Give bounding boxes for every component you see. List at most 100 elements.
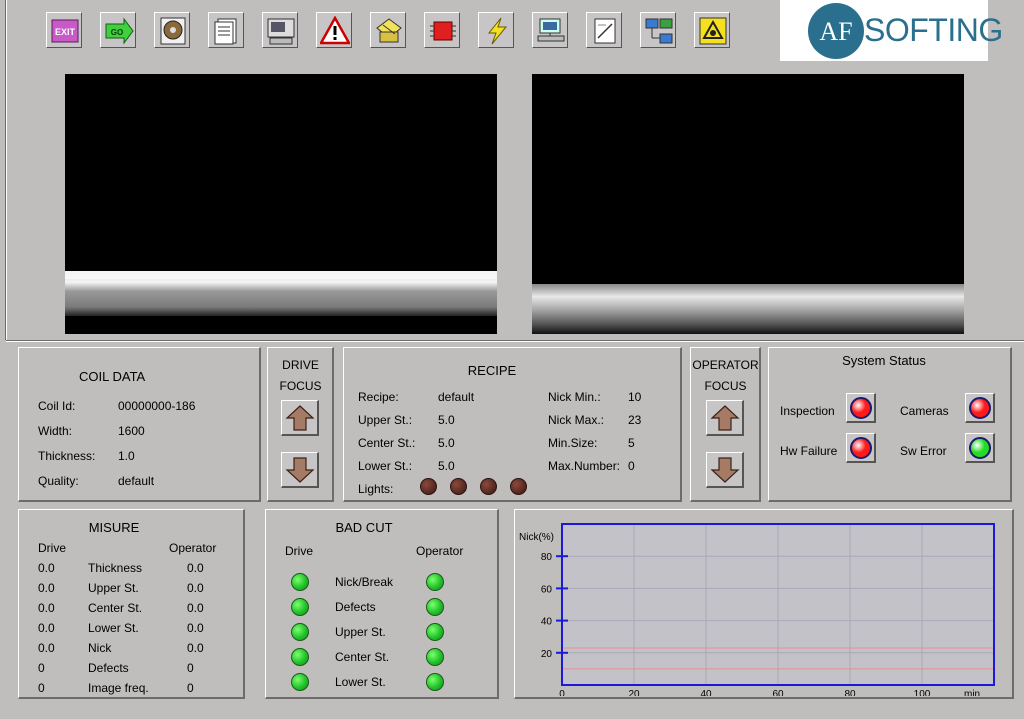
drive-focus-panel: DRIVE FOCUS: [267, 347, 334, 502]
misure-name: Defects: [88, 661, 129, 675]
status-indicator-inspection: [846, 393, 876, 423]
camera-view-drive: [65, 74, 497, 334]
coil-value: 1600: [118, 424, 145, 438]
toolbar-button-go[interactable]: GO: [100, 12, 136, 48]
operator-focus-panel: OPERATOR FOCUS: [690, 347, 761, 502]
recipe-value: 5: [628, 436, 635, 450]
y-tick-label: 60: [541, 584, 553, 595]
recipe-value: 10: [628, 390, 642, 404]
x-tick-label: 0: [559, 689, 565, 696]
misure-name: Image freq.: [88, 681, 149, 695]
lights-label: Lights:: [358, 482, 394, 496]
status-indicator-sw-error: [965, 433, 995, 463]
recipe-label: Nick Max.:: [548, 413, 605, 427]
misure-name: Thickness: [88, 561, 143, 575]
light-4: [510, 478, 527, 495]
drive-focus-down-button[interactable]: [281, 452, 319, 488]
tools-folder-icon: [376, 18, 402, 43]
light-1: [420, 478, 437, 495]
badcut-drive-led: [291, 648, 309, 666]
toolbar-button-chip[interactable]: [424, 12, 460, 48]
recipe-value: 5.0: [438, 413, 455, 427]
status-label-sw-error: Sw Error: [900, 444, 947, 458]
coil-data-panel: COIL DATA Coil Id: 00000000-186 Width: 1600…: [18, 347, 261, 502]
status-indicator-hw-failure: [846, 433, 876, 463]
misure-name: Lower St.: [88, 621, 139, 635]
badcut-drive-led: [291, 598, 309, 616]
recipe-label: Lower St.:: [358, 459, 413, 473]
misure-operator-value: 0: [187, 661, 194, 675]
arrow-up-icon: [710, 405, 740, 431]
x-axis-label: min: [964, 689, 980, 696]
misure-name: Nick: [88, 641, 112, 655]
status-indicator-cameras: [965, 393, 995, 423]
chip-icon: [430, 21, 456, 41]
recipe-label: Max.Number:: [548, 459, 621, 473]
toolbar-button-recycle[interactable]: [694, 12, 730, 48]
misure-operator-value: 0.0: [187, 561, 204, 575]
misure-operator-value: 0.0: [187, 641, 204, 655]
toolbar-button-edit-document[interactable]: [586, 12, 622, 48]
badcut-panel: BAD CUT Drive Operator Nick/Break Defects…: [265, 509, 499, 699]
toolbar-button-warning[interactable]: [316, 12, 352, 48]
badcut-label: Upper St.: [335, 625, 386, 639]
coil-label: Quality:: [38, 474, 79, 488]
nick-chart: 20 40 60 80 0 20 40 60 80 100 Nick(%) min: [519, 523, 995, 696]
warning-icon: [320, 16, 350, 45]
network-link-icon: [645, 18, 673, 44]
status-led-icon: [850, 397, 872, 419]
toolbar-button-tools-folder[interactable]: [370, 12, 406, 48]
status-label-hw-failure: Hw Failure: [780, 444, 838, 458]
badcut-drive-led: [291, 573, 309, 591]
light-3: [480, 478, 497, 495]
status-led-icon: [969, 437, 991, 459]
toolbar-button-lightning[interactable]: [478, 12, 514, 48]
badcut-label: Nick/Break: [335, 575, 394, 589]
computer-panel-icon: [267, 18, 295, 45]
x-tick-label: 80: [844, 689, 856, 696]
badcut-label: Defects: [335, 600, 376, 614]
badcut-label: Lower St.: [335, 675, 386, 689]
recipe-label: Center St.:: [358, 436, 416, 450]
document-list-icon: [214, 18, 237, 45]
x-tick-label: 40: [700, 689, 712, 696]
toolbar-button-network-link[interactable]: [640, 12, 676, 48]
badcut-drive-led: [291, 623, 309, 641]
misure-drive-value: 0.0: [38, 561, 55, 575]
arrow-up-icon: [285, 405, 315, 431]
network-computer-icon: [537, 18, 565, 42]
badcut-operator-led: [426, 623, 444, 641]
toolbar-button-exit[interactable]: EXIT: [46, 12, 82, 48]
operator-focus-up-button[interactable]: [706, 400, 744, 436]
misure-panel: MISURE Drive Operator 0.0 Thickness 0.0 0.0…: [18, 509, 245, 699]
edit-document-icon: [594, 18, 616, 44]
misure-name: Upper St.: [88, 581, 139, 595]
separator: [6, 340, 1024, 342]
misure-drive-value: 0.0: [38, 581, 55, 595]
coil-data-title: COIL DATA: [79, 369, 146, 384]
toolbar-button-disk[interactable]: [154, 12, 190, 48]
drive-focus-up-button[interactable]: [281, 400, 319, 436]
toolbar-button-network-computer[interactable]: [532, 12, 568, 48]
badcut-operator-led: [426, 673, 444, 691]
recipe-label: Nick Min.:: [548, 390, 601, 404]
toolbar-button-document-list[interactable]: [208, 12, 244, 48]
recipe-title: RECIPE: [467, 363, 517, 378]
toolbar-button-computer-panel[interactable]: [262, 12, 298, 48]
system-status-panel: System Status Inspection Cameras Hw Failur…: [768, 347, 1012, 502]
badcut-col-operator: Operator: [416, 544, 464, 558]
disk-icon: [160, 17, 186, 45]
recipe-label: Min.Size:: [548, 436, 598, 450]
misure-operator-value: 0: [187, 681, 194, 695]
y-tick-label: 80: [541, 552, 553, 563]
system-status-title: System Status: [842, 353, 926, 368]
light-2: [450, 478, 467, 495]
arrow-down-icon: [710, 457, 740, 483]
misure-drive-value: 0: [38, 661, 45, 675]
misure-drive-value: 0.0: [38, 601, 55, 615]
go-icon: GO: [105, 17, 134, 45]
badcut-operator-led: [426, 648, 444, 666]
operator-focus-down-button[interactable]: [706, 452, 744, 488]
badcut-label: Center St.: [335, 650, 390, 664]
lightning-icon: [487, 17, 508, 45]
